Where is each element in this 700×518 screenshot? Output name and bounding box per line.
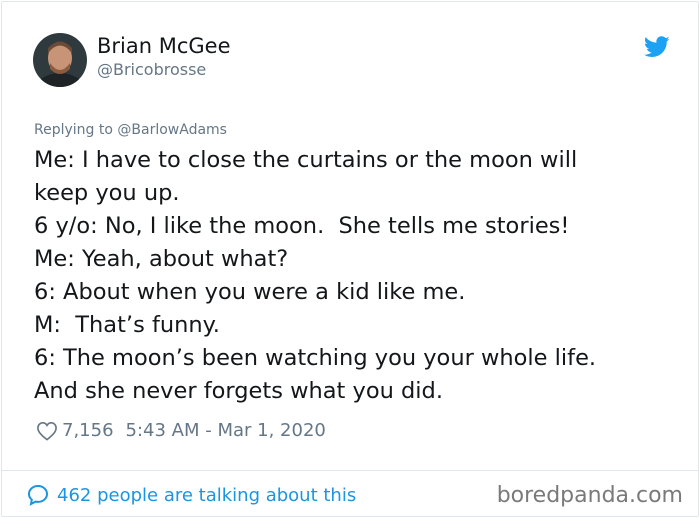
reply-mention-link[interactable]: @BarlowAdams <box>117 122 227 138</box>
timestamp[interactable]: 5:43 AM - Mar 1, 2020 <box>126 420 326 441</box>
watermark: boredpanda.com <box>496 483 683 508</box>
display-name[interactable]: Brian McGee <box>97 34 231 58</box>
tweet-line: 6: The moon’s been watching you your who… <box>34 345 597 371</box>
replying-prefix: Replying to <box>34 122 118 138</box>
tweet-line: And she never forgets what you did. <box>34 378 443 404</box>
replying-to: Replying to @BarlowAdams <box>34 122 227 138</box>
tweet-card: Brian McGee @Bricobrosse Replying to @Ba… <box>1 1 699 517</box>
user-handle[interactable]: @Bricobrosse <box>97 60 206 79</box>
twitter-bird-icon[interactable] <box>643 36 670 58</box>
tweet-line: keep you up. <box>34 180 180 206</box>
tweet-line: 6: About when you were a kid like me. <box>34 279 466 305</box>
tweet-line: M: That’s funny. <box>34 312 220 338</box>
conversation-text[interactable]: 462 people are talking about this <box>57 485 356 506</box>
avatar[interactable] <box>33 33 87 87</box>
tweet-text: Me: I have to close the curtains or the … <box>34 144 674 408</box>
conversation-link[interactable]: 462 people are talking about this <box>26 483 356 507</box>
speech-bubble-icon <box>27 484 49 506</box>
tweet-line: Me: Yeah, about what? <box>34 246 289 272</box>
tweet-meta: 7,156 5:43 AM - Mar 1, 2020 <box>36 420 326 441</box>
divider <box>2 470 698 471</box>
tweet-line: Me: I have to close the curtains or the … <box>34 147 578 173</box>
tweet-line: 6 y/o: No, I like the moon. She tells me… <box>34 213 570 239</box>
heart-icon[interactable] <box>36 421 58 441</box>
like-count[interactable]: 7,156 <box>62 420 114 441</box>
